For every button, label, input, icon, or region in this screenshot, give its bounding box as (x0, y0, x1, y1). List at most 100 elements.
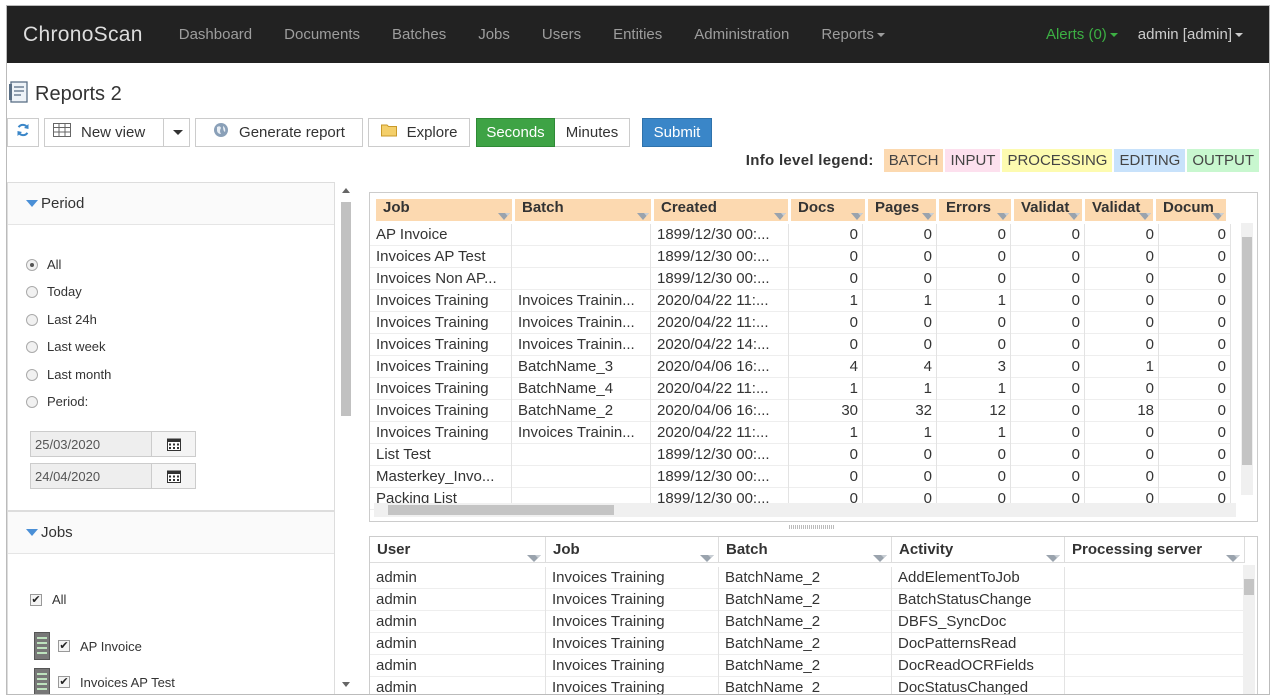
table-row[interactable]: Masterkey_Invo... 1899/12/30 00:... 0 0 0 0 0 0 (370, 466, 1231, 488)
scrollbar-thumb[interactable] (388, 505, 614, 515)
column-header[interactable]: Batch (515, 199, 651, 221)
radio[interactable] (26, 285, 38, 298)
table-row[interactable]: AP Invoice 1899/12/30 00:... 0 0 0 0 0 0 (370, 224, 1231, 246)
period-option-all[interactable]: All (26, 257, 61, 272)
table-row[interactable]: Invoices Training Invoices Trainin... 2020… (370, 290, 1231, 312)
table-row[interactable]: Invoices Training Invoices Trainin... 2020… (370, 422, 1231, 444)
new-view-button[interactable]: New view (44, 117, 164, 147)
minutes-toggle[interactable]: Minutes (555, 117, 630, 147)
calendar-icon[interactable] (151, 464, 195, 488)
period-option-last-24h[interactable]: Last 24h (26, 312, 97, 327)
grid-horizontal-scrollbar[interactable] (374, 503, 1236, 517)
column-header[interactable]: Job (546, 537, 719, 563)
scroll-up-arrow-icon[interactable] (342, 188, 350, 193)
nav-users[interactable]: Users (526, 26, 597, 43)
table-row[interactable]: Invoices Training BatchName_3 2020/04/06 1… (370, 356, 1231, 378)
radio[interactable] (26, 368, 38, 381)
sort-icon[interactable] (498, 208, 510, 220)
checkbox-checked[interactable]: ✔ (30, 593, 42, 606)
table-row[interactable]: admin Invoices Training BatchName_2 BatchSt… (370, 589, 1245, 611)
nav-reports[interactable]: Reports (805, 26, 901, 43)
grid-vertical-scrollbar[interactable] (1241, 223, 1253, 495)
date-to-field[interactable]: 24/04/2020 (30, 463, 196, 489)
radio[interactable] (26, 340, 38, 353)
column-header[interactable]: Pages (868, 199, 936, 221)
radio[interactable] (26, 395, 38, 408)
job-item-invoices-ap-test[interactable]: ✔ Invoices AP Test (34, 668, 175, 694)
sort-icon[interactable] (774, 208, 786, 220)
column-header[interactable]: Validat (1085, 199, 1153, 221)
sort-icon[interactable] (1139, 208, 1151, 220)
jobs-all-checkbox-row[interactable]: ✔ All (30, 592, 66, 607)
table-row[interactable]: Invoices Training Invoices Trainin... 2020… (370, 334, 1231, 356)
nav-dashboard[interactable]: Dashboard (163, 26, 268, 43)
table-row[interactable]: Invoices Training Invoices Trainin... 2020… (370, 312, 1231, 334)
sort-icon[interactable] (922, 208, 934, 220)
period-header[interactable]: Period (8, 183, 334, 225)
table-row[interactable]: admin Invoices Training BatchName_2 DocRead… (370, 655, 1245, 677)
date-from-field[interactable]: 25/03/2020 (30, 431, 196, 457)
column-header[interactable]: Docs (791, 199, 865, 221)
scrollbar-thumb[interactable] (341, 202, 351, 416)
table-row[interactable]: admin Invoices Training BatchName_2 AddElem… (370, 567, 1245, 589)
table-row[interactable]: Invoices AP Test 1899/12/30 00:... 0 0 0 0 0 0 (370, 246, 1231, 268)
table-row[interactable]: Invoices Non AP... 1899/12/30 00:... 0 0 0 0 0… (370, 268, 1231, 290)
column-header[interactable]: Docum (1156, 199, 1226, 221)
period-option-last-month[interactable]: Last month (26, 367, 111, 382)
sort-icon[interactable] (527, 546, 541, 562)
checkbox-checked[interactable]: ✔ (58, 640, 70, 652)
sort-icon[interactable] (997, 208, 1009, 220)
sort-icon[interactable] (637, 208, 649, 220)
date-to-value[interactable]: 24/04/2020 (31, 464, 151, 488)
grid-vertical-scrollbar[interactable] (1243, 565, 1255, 694)
explore-button[interactable]: Explore (368, 117, 470, 147)
scrollbar-thumb[interactable] (1242, 237, 1252, 465)
column-header[interactable]: User (370, 537, 546, 563)
job-item-ap-invoice[interactable]: ✔ AP Invoice (34, 632, 142, 660)
scrollbar-thumb[interactable] (1244, 579, 1254, 595)
alerts-dropdown[interactable]: Alerts (0) (1046, 26, 1118, 43)
sort-icon[interactable] (1212, 208, 1224, 220)
radio-selected[interactable] (26, 258, 38, 271)
sort-icon[interactable] (1046, 546, 1060, 562)
nav-documents[interactable]: Documents (268, 26, 376, 43)
table-row[interactable]: admin Invoices Training BatchName_2 DBFS_Sy… (370, 611, 1245, 633)
checkbox-checked[interactable]: ✔ (58, 676, 70, 688)
sort-icon[interactable] (1226, 546, 1240, 562)
column-header[interactable]: Created (654, 199, 788, 221)
nav-entities[interactable]: Entities (597, 26, 678, 43)
sort-icon[interactable] (873, 546, 887, 562)
generate-report-button[interactable]: Generate report (195, 117, 363, 147)
radio[interactable] (26, 313, 38, 326)
table-row[interactable]: Invoices Training BatchName_4 2020/04/22 1… (370, 378, 1231, 400)
jobs-header[interactable]: Jobs (8, 512, 334, 554)
column-header[interactable]: Validat (1014, 199, 1082, 221)
date-from-value[interactable]: 25/03/2020 (31, 432, 151, 456)
sort-icon[interactable] (700, 546, 714, 562)
seconds-toggle[interactable]: Seconds (476, 117, 555, 147)
user-menu[interactable]: admin [admin] (1138, 26, 1243, 43)
column-header[interactable]: Activity (892, 537, 1065, 563)
nav-administration[interactable]: Administration (678, 26, 805, 43)
column-header[interactable]: Errors (939, 199, 1011, 221)
table-row[interactable]: admin Invoices Training BatchName_2 DocPatt… (370, 633, 1245, 655)
column-header[interactable]: Job (376, 199, 512, 221)
period-option-last-week[interactable]: Last week (26, 339, 106, 354)
table-row[interactable]: List Test 1899/12/30 00:... 0 0 0 0 0 0 (370, 444, 1231, 466)
refresh-button[interactable] (7, 117, 39, 147)
column-header[interactable]: Processing server (1065, 537, 1245, 563)
table-row[interactable]: Invoices Training BatchName_2 2020/04/06 1… (370, 400, 1231, 422)
period-option-today[interactable]: Today (26, 284, 82, 299)
column-header[interactable]: Batch (719, 537, 892, 563)
sidebar-scrollbar[interactable] (339, 182, 353, 694)
sort-icon[interactable] (851, 208, 863, 220)
calendar-icon[interactable] (151, 432, 195, 456)
table-row[interactable]: admin Invoices Training BatchName_2 DocStat… (370, 677, 1245, 694)
submit-button[interactable]: Submit (642, 117, 712, 147)
nav-jobs[interactable]: Jobs (462, 26, 526, 43)
sort-icon[interactable] (1068, 208, 1080, 220)
new-view-dropdown[interactable] (164, 117, 190, 147)
nav-batches[interactable]: Batches (376, 26, 462, 43)
period-option-custom[interactable]: Period: (26, 394, 88, 409)
scroll-down-arrow-icon[interactable] (342, 682, 350, 687)
